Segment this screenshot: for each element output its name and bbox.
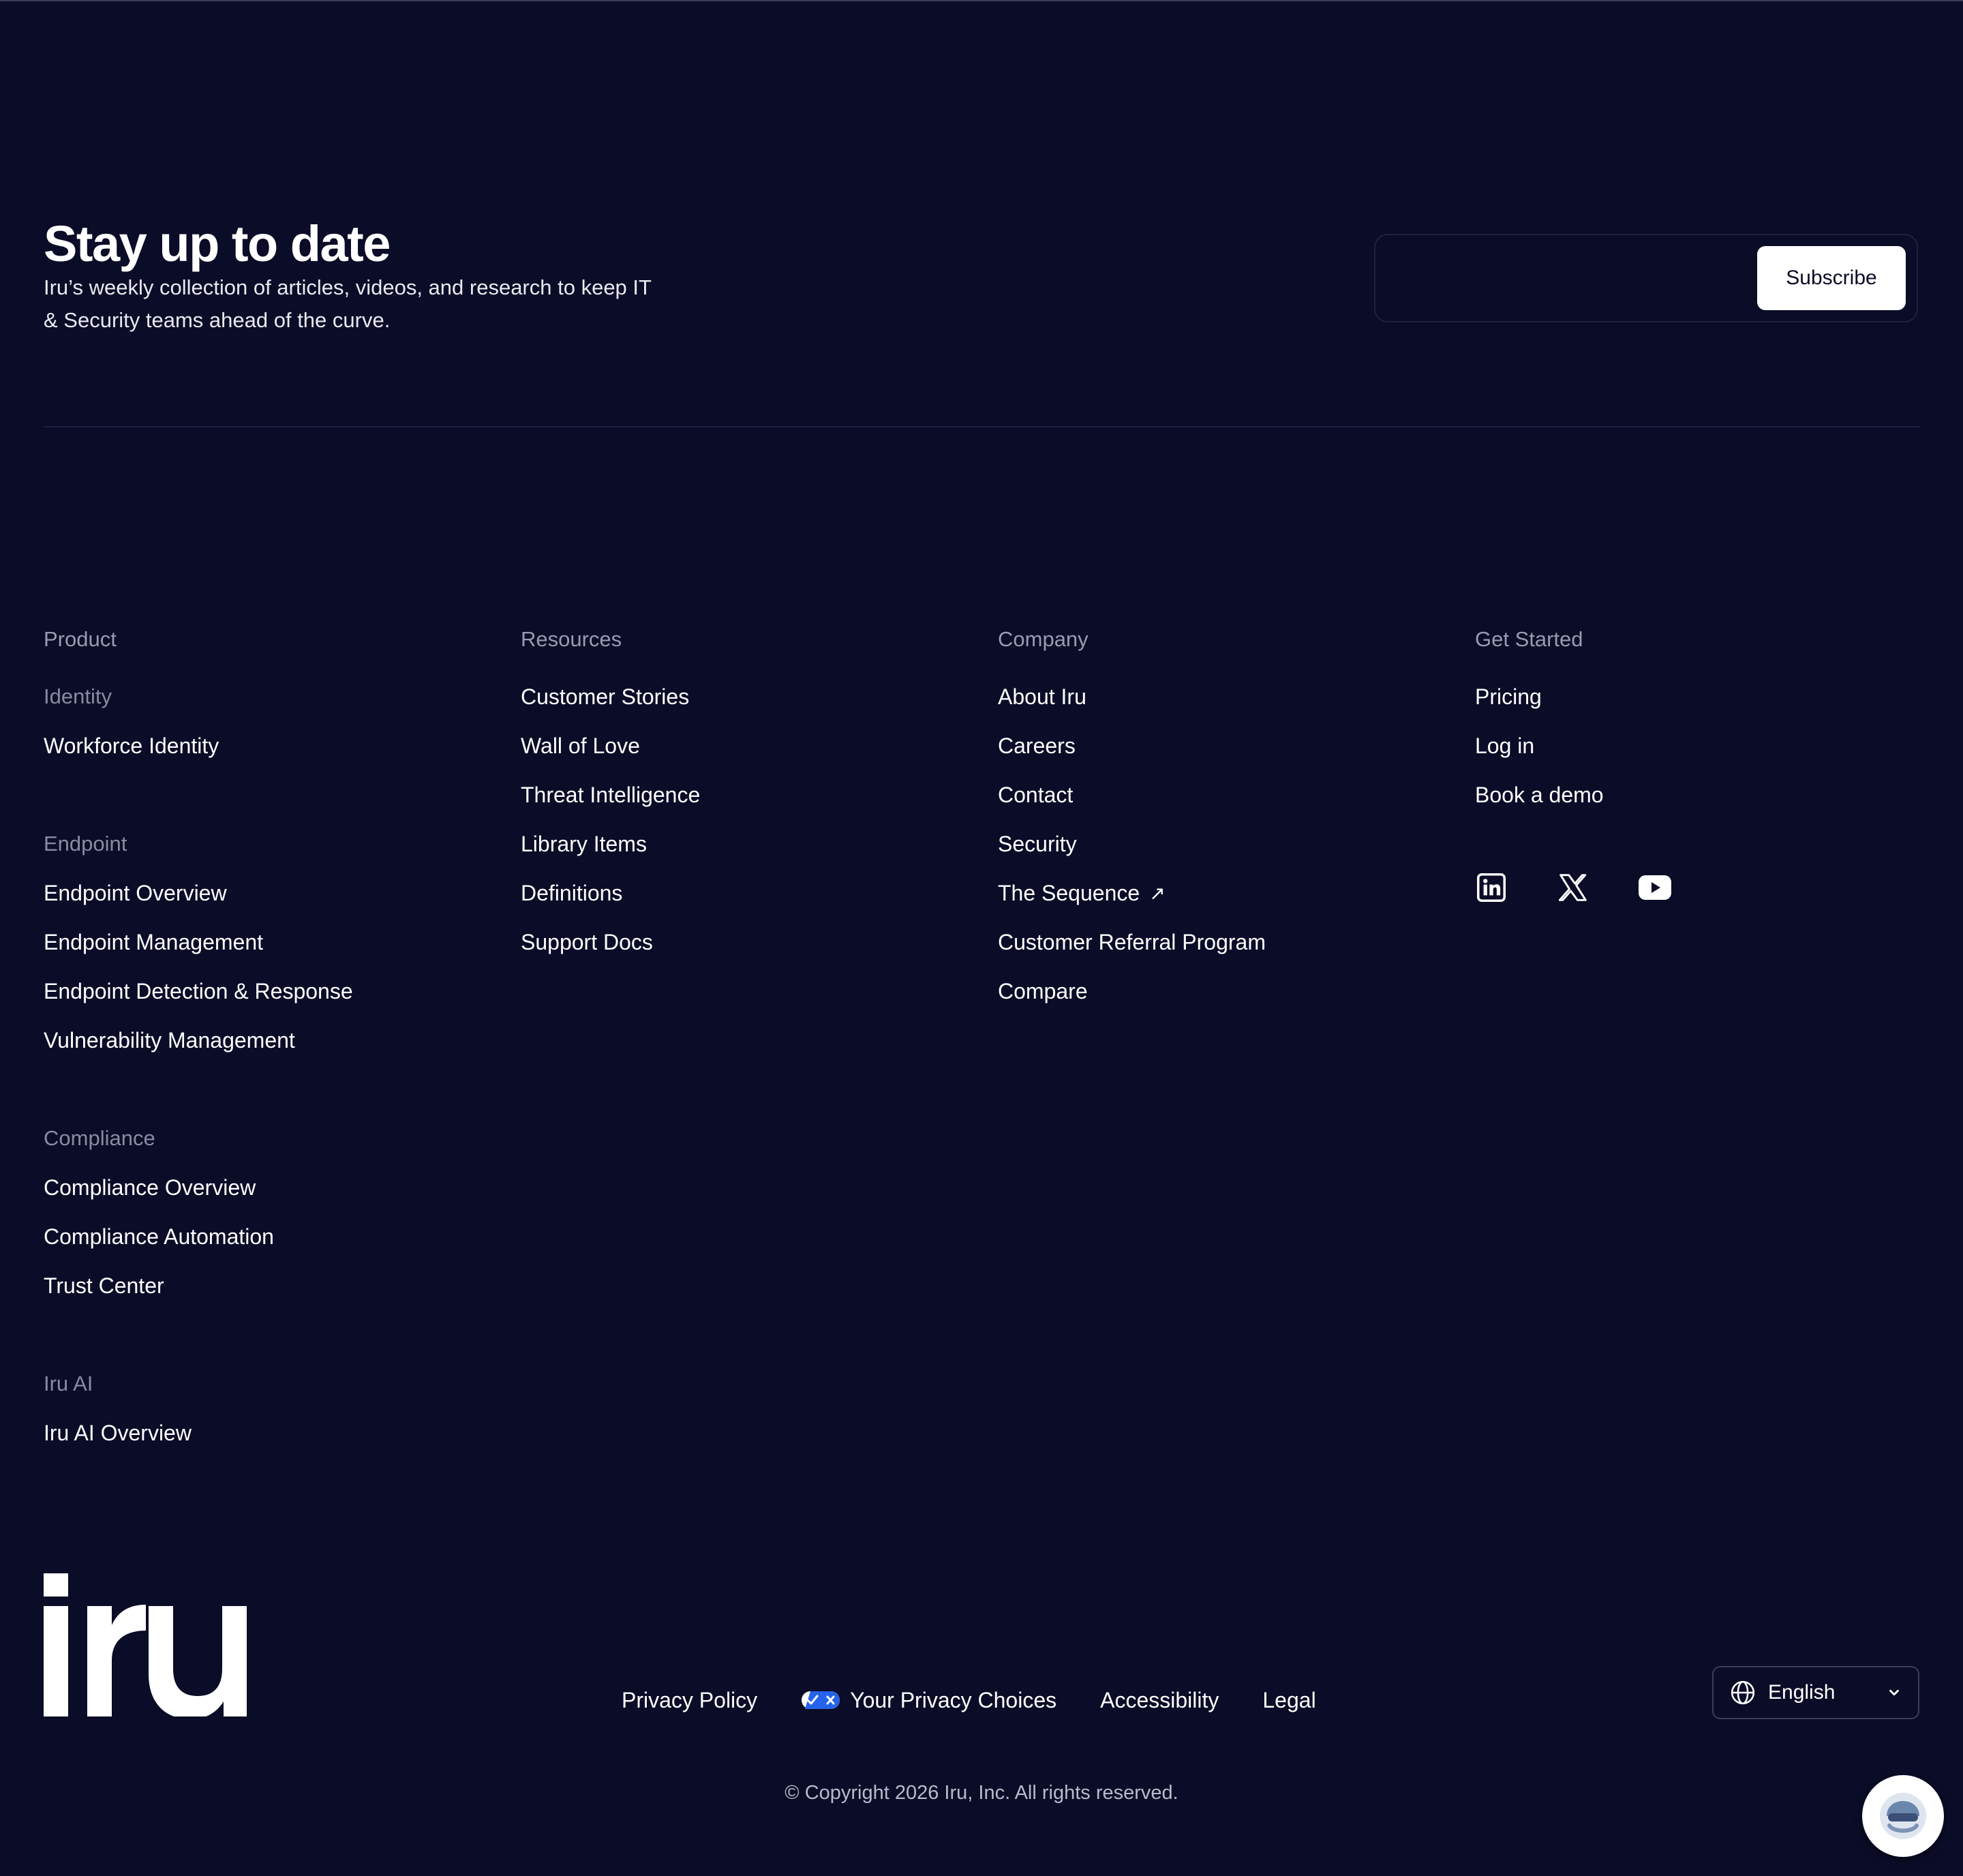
footer-column-product: Product Identity Workforce Identity Endp… xyxy=(44,623,353,1457)
column-heading: Product xyxy=(44,627,117,651)
language-label: English xyxy=(1768,1681,1836,1704)
footer-link[interactable]: Library Items xyxy=(521,819,700,868)
chevron-down-icon xyxy=(1889,1689,1899,1696)
legal-link[interactable]: Legal xyxy=(1262,1682,1315,1718)
newsletter-description: Iru’s weekly collection of articles, vid… xyxy=(44,275,652,332)
footer-link[interactable]: Compliance Automation xyxy=(44,1212,353,1261)
footer-link[interactable]: Support Docs xyxy=(521,918,700,967)
footer-link[interactable]: Compliance Overview xyxy=(44,1163,353,1212)
privacy-choices-link[interactable]: Your Privacy Choices xyxy=(801,1682,1056,1718)
newsletter-form: Subscribe xyxy=(1374,234,1918,322)
footer-link[interactable]: Endpoint Management xyxy=(44,918,353,967)
section-divider xyxy=(44,426,1919,427)
footer-column-resources: Resources Customer Stories Wall of Love … xyxy=(521,623,700,967)
footer-column-company: Company About Iru Careers Contact Securi… xyxy=(998,623,1266,1016)
chat-launcher-button[interactable] xyxy=(1862,1775,1944,1857)
privacy-policy-link[interactable]: Privacy Policy xyxy=(622,1682,757,1718)
youtube-icon[interactable] xyxy=(1639,871,1671,904)
language-selector[interactable]: English xyxy=(1712,1666,1919,1719)
footer-link[interactable]: About Iru xyxy=(998,672,1266,721)
footer-link[interactable]: Definitions xyxy=(521,868,700,918)
group-heading-identity: Identity xyxy=(44,684,112,708)
footer-link[interactable]: Customer Referral Program xyxy=(998,918,1266,967)
footer-link[interactable]: Pricing xyxy=(1475,672,1604,721)
footer-link[interactable]: Trust Center xyxy=(44,1261,353,1310)
column-heading: Get Started xyxy=(1475,627,1583,651)
column-heading: Resources xyxy=(521,627,622,651)
legal-links: Privacy Policy Your Privacy Choices Acce… xyxy=(622,1682,1316,1718)
group-heading-endpoint: Endpoint xyxy=(44,832,127,856)
footer-link[interactable]: Iru AI Overview xyxy=(44,1408,353,1457)
footer-link[interactable]: Endpoint Detection & Response xyxy=(44,967,353,1016)
footer-link[interactable]: Workforce Identity xyxy=(44,721,353,770)
newsletter-title: Stay up to date xyxy=(44,215,391,272)
footer-link[interactable]: Endpoint Overview xyxy=(44,868,353,918)
top-border xyxy=(0,0,1963,1)
iru-logo xyxy=(44,1573,247,1716)
globe-icon xyxy=(1731,1680,1755,1705)
footer-link[interactable]: Vulnerability Management xyxy=(44,1016,353,1065)
privacy-choices-label: Your Privacy Choices xyxy=(850,1687,1057,1712)
footer-link[interactable]: Security xyxy=(998,819,1266,868)
footer-link[interactable]: Compare xyxy=(998,967,1266,1016)
column-heading: Company xyxy=(998,627,1089,651)
x-icon[interactable] xyxy=(1557,871,1589,904)
footer-link[interactable]: Customer Stories xyxy=(521,672,700,721)
group-heading-compliance: Compliance xyxy=(44,1126,155,1150)
footer-link[interactable]: Threat Intelligence xyxy=(521,770,700,819)
the-sequence-link[interactable]: The Sequence ↗ xyxy=(998,868,1266,918)
email-input[interactable] xyxy=(1392,250,1749,309)
subscribe-button[interactable]: Subscribe xyxy=(1757,246,1906,310)
footer-column-get-started: Get Started Pricing Log in Book a demo xyxy=(1475,623,1604,819)
footer-link[interactable]: Book a demo xyxy=(1475,770,1604,819)
group-heading-iru-ai: Iru AI xyxy=(44,1372,93,1395)
copyright-text: © Copyright 2026 Iru, Inc. All rights re… xyxy=(785,1782,1178,1804)
chat-avatar-icon xyxy=(1880,1793,1926,1839)
footer-link[interactable]: Contact xyxy=(998,770,1266,819)
footer-link[interactable]: Wall of Love xyxy=(521,721,700,770)
accessibility-link[interactable]: Accessibility xyxy=(1100,1682,1219,1718)
external-link-icon: ↗ xyxy=(1149,883,1166,904)
footer-link[interactable]: Careers xyxy=(998,721,1266,770)
footer-link-label: The Sequence xyxy=(998,881,1140,905)
footer-link[interactable]: Log in xyxy=(1475,721,1604,770)
social-links xyxy=(1475,871,1671,904)
linkedin-icon[interactable] xyxy=(1475,871,1508,904)
privacy-choices-icon xyxy=(802,1691,840,1709)
